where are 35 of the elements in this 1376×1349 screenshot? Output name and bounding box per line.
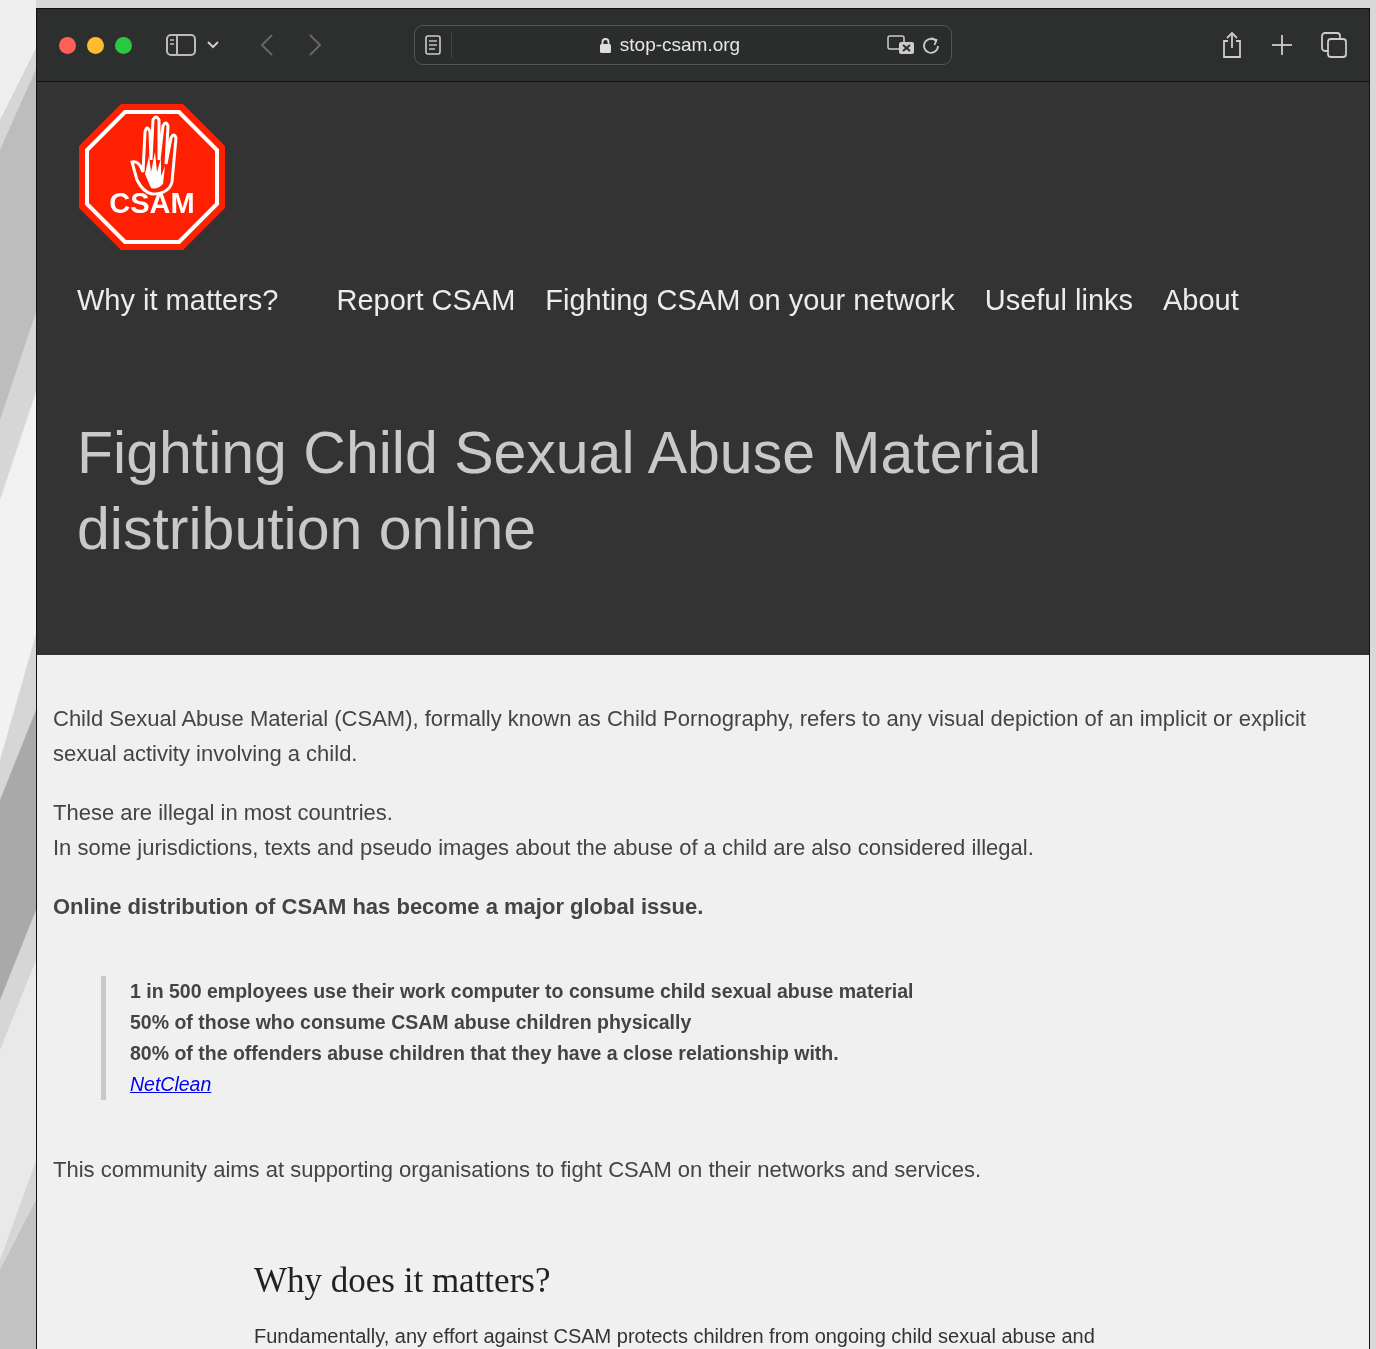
sidebar-icon[interactable] [166,34,196,56]
url-text: stop-csam.org [619,34,741,56]
lock-icon [598,36,612,54]
page-title: Fighting Child Sexual Abuse Material distribution online [77,419,1043,564]
forward-icon[interactable] [308,33,322,57]
quote-text: 1 in 500 employees use their work computer to consume child sexual abuse material [130,979,915,1004]
nav-link[interactable]: Fighting CSAM on your network [545,284,955,317]
bold-text: Online distribution of CSAM has become a major global issue. [53,893,705,921]
section-heading: Why does it matters? [254,1261,552,1301]
back-icon[interactable] [260,33,274,57]
nav-link[interactable]: Report CSAM [336,284,516,317]
body-text: Child Sexual Abuse Material (CSAM), formally known as Child Pornography, refers to any visual depiction of an implicit or explicit sexual activity involving a child. [53,705,1307,768]
close-button[interactable] [59,36,76,54]
share-icon[interactable] [1221,31,1243,59]
reload-icon[interactable] [921,35,941,55]
reader-icon[interactable] [425,35,441,55]
zoom-button[interactable] [115,36,132,54]
address-bar[interactable]: stop-csam.org [414,25,952,65]
nav-link[interactable]: Why it matters? [77,284,279,317]
quote-text: 80% of the offenders abuse children that they have a close relationship with. [130,1041,840,1066]
logo-text: CSAM [109,187,195,219]
stop-sign-logo[interactable]: CSAM [77,102,227,252]
source-link[interactable]: NetClean [130,1073,212,1095]
chevron-down-icon[interactable] [206,40,220,50]
translate-icon[interactable] [887,35,915,55]
body-text: This community aims at supporting organisations to fight CSAM on their networks and services. [53,1156,983,1184]
plus-icon[interactable] [1271,34,1293,56]
quote-text: 50% of those who consume CSAM abuse children physically [130,1010,693,1035]
body-text: These are illegal in most countries. [53,799,394,827]
body-text: Fundamentally, any effort against CSAM protects children from ongoing child sexual abuse and [254,1325,1096,1348]
body-text: In some jurisdictions, texts and pseudo images about the abuse of a child are also considered illegal. [53,834,1035,862]
minimize-button[interactable] [87,36,104,54]
nav-link[interactable]: About [1163,284,1239,317]
tabs-icon[interactable] [1321,32,1347,58]
nav-link[interactable]: Useful links [984,284,1133,317]
